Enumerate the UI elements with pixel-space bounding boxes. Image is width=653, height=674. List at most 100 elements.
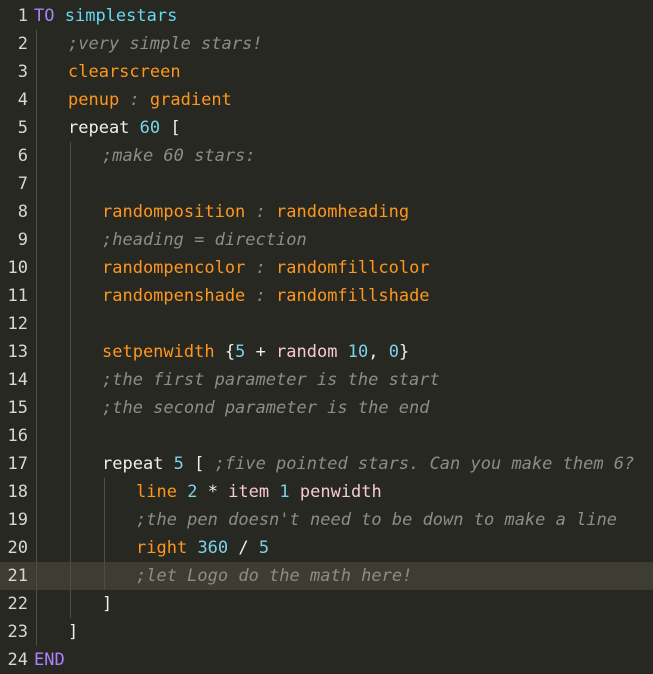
- code-token: randompencolor: [102, 258, 246, 278]
- code-token: +: [245, 342, 277, 362]
- code-token: simplestars: [64, 6, 178, 26]
- line-number: 1: [17, 6, 28, 26]
- code-token: [: [183, 454, 215, 474]
- code-line[interactable]: 14 ;the first parameter is the start: [0, 366, 653, 394]
- line-number: 21: [7, 566, 28, 586]
- code-token: TO: [34, 6, 55, 26]
- indent-guide: [36, 478, 37, 506]
- indent-guide: [36, 86, 37, 114]
- code-line[interactable]: 1 TO simplestars: [0, 2, 653, 30]
- code-token: setpenwidth: [102, 342, 215, 362]
- indent-guide: [70, 338, 71, 366]
- code-token: 5: [258, 538, 270, 558]
- indent-guide: [70, 450, 71, 478]
- code-editor[interactable]: 1 TO simplestars 2 ;very simple stars! 3 clea…: [0, 2, 653, 674]
- code-line[interactable]: 10 randompencolor : randomfillcolor: [0, 254, 653, 282]
- code-line[interactable]: 11 randompenshade : randomfillshade: [0, 282, 653, 310]
- code-token: ;the second parameter is the end: [102, 398, 430, 418]
- line-number: 15: [7, 398, 28, 418]
- code-token: /: [228, 538, 259, 558]
- code-line[interactable]: 6 ;make 60 stars:: [0, 142, 653, 170]
- code-text: setpenwidth {5 + random 10, 0}: [102, 338, 409, 366]
- code-line[interactable]: 7: [0, 170, 653, 198]
- indent-guide: [36, 590, 37, 618]
- code-token: ;five pointed stars. Can you make them 6…: [214, 454, 635, 474]
- indent-guide: [36, 142, 37, 170]
- code-line[interactable]: 9 ;heading = direction: [0, 226, 653, 254]
- line-number: 10: [7, 258, 28, 278]
- code-line[interactable]: 4 penup : gradient: [0, 86, 653, 114]
- indent-guide: [70, 478, 71, 506]
- code-text: clearscreen: [68, 58, 181, 86]
- indent-guide: [70, 422, 71, 450]
- indent-guide: [36, 506, 37, 534]
- code-token: randompenshade: [102, 286, 246, 306]
- indent-guide: [70, 590, 71, 618]
- code-line[interactable]: 3 clearscreen: [0, 58, 653, 86]
- code-token: randomheading: [276, 202, 410, 222]
- code-line[interactable]: 12: [0, 310, 653, 338]
- code-line[interactable]: 21 ;let Logo do the math here!: [0, 562, 653, 590]
- code-token: repeat: [102, 454, 164, 474]
- code-line[interactable]: 24 END: [0, 646, 653, 674]
- line-number: 11: [7, 286, 28, 306]
- indent-guide: [70, 142, 71, 170]
- indent-guide: [104, 506, 105, 534]
- code-token: randomposition: [102, 202, 246, 222]
- indent-guide: [70, 198, 71, 226]
- line-number: 14: [7, 370, 28, 390]
- code-line[interactable]: 20 right 360 / 5: [0, 534, 653, 562]
- code-token: {: [214, 342, 236, 362]
- code-line[interactable]: 13 setpenwidth {5 + random 10, 0}: [0, 338, 653, 366]
- code-line[interactable]: 17 repeat 5 [ ;five pointed stars. Can yo…: [0, 450, 653, 478]
- line-number: 16: [7, 426, 28, 446]
- indent-guide: [36, 226, 37, 254]
- line-number: 23: [7, 622, 28, 642]
- indent-guide: [36, 198, 37, 226]
- code-text: randompenshade : randomfillshade: [102, 282, 430, 310]
- code-line[interactable]: 22]: [0, 590, 653, 618]
- line-number: 9: [17, 230, 28, 250]
- code-line[interactable]: 8 randomposition : randomheading: [0, 198, 653, 226]
- line-number: 5: [17, 118, 28, 138]
- code-line[interactable]: 18 line 2 * item 1 penwidth: [0, 478, 653, 506]
- indent-guide: [104, 562, 105, 590]
- code-text: ;heading = direction: [102, 226, 307, 254]
- indent-guide: [36, 170, 37, 198]
- indent-guide: [70, 282, 71, 310]
- code-token: 60: [139, 118, 161, 138]
- indent-guide: [36, 450, 37, 478]
- code-token: END: [34, 650, 65, 670]
- code-line[interactable]: 2 ;very simple stars!: [0, 30, 653, 58]
- code-line[interactable]: 5 repeat 60 [: [0, 114, 653, 142]
- code-text: line 2 * item 1 penwidth: [136, 478, 382, 506]
- code-token: item: [228, 482, 270, 502]
- code-token: 1: [279, 482, 290, 502]
- code-text: ;the pen doesn't need to be down to make…: [136, 506, 617, 534]
- code-token: 5: [173, 454, 184, 474]
- code-line[interactable]: 23]: [0, 618, 653, 646]
- indent-guide: [36, 310, 37, 338]
- indent-guide: [70, 534, 71, 562]
- indent-guide: [36, 338, 37, 366]
- code-text: repeat 60 [: [68, 114, 181, 142]
- indent-guide: [70, 562, 71, 590]
- code-line[interactable]: 16: [0, 422, 653, 450]
- line-number: 8: [17, 202, 28, 222]
- code-text: TO simplestars: [34, 2, 177, 30]
- code-line[interactable]: 19 ;the pen doesn't need to be down to ma…: [0, 506, 653, 534]
- line-number: 2: [17, 34, 28, 54]
- code-token: }: [398, 342, 410, 362]
- code-line[interactable]: 15 ;the second parameter is the end: [0, 394, 653, 422]
- indent-guide: [36, 618, 37, 646]
- code-token: gradient: [149, 90, 232, 110]
- indent-guide: [36, 282, 37, 310]
- indent-guide: [36, 562, 37, 590]
- indent-guide: [70, 310, 71, 338]
- indent-guide: [36, 58, 37, 86]
- indent-guide: [70, 254, 71, 282]
